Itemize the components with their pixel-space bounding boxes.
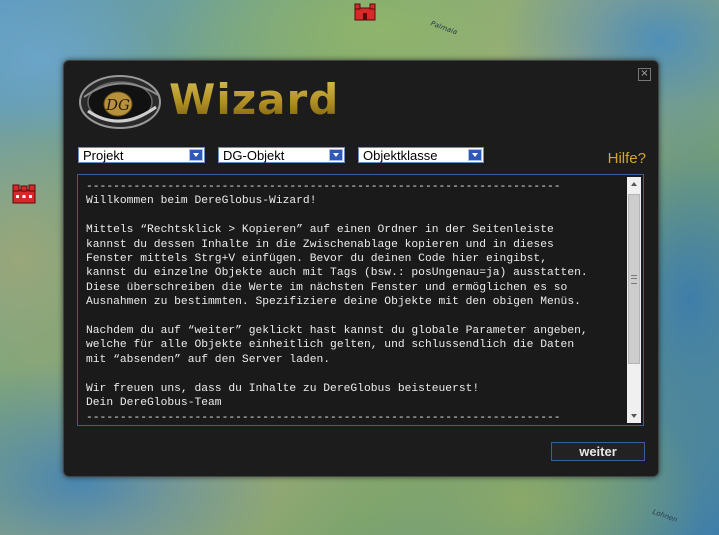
chevron-down-icon[interactable]	[468, 149, 482, 161]
wizard-title: Wizard	[169, 75, 340, 124]
objektklasse-dropdown[interactable]: Objektklasse	[358, 147, 484, 163]
dg-objekt-dropdown-label: DG-Objekt	[223, 148, 285, 163]
map-place-label: Palmaia	[429, 19, 459, 37]
logo-text: DG	[105, 96, 130, 114]
chevron-down-icon[interactable]	[189, 149, 203, 161]
scroll-up-icon[interactable]	[627, 177, 641, 191]
close-icon[interactable]: ×	[638, 68, 651, 81]
castle-icon[interactable]	[10, 183, 38, 205]
scroll-down-icon[interactable]	[627, 409, 641, 423]
projekt-dropdown[interactable]: Projekt	[78, 147, 205, 163]
map-place-label: Lohnen	[651, 507, 679, 525]
help-link[interactable]: Hilfe?	[608, 150, 646, 167]
weiter-button[interactable]: weiter	[551, 442, 645, 461]
projekt-dropdown-label: Projekt	[83, 148, 124, 163]
scrollbar-thumb[interactable]	[628, 194, 640, 364]
chevron-down-icon[interactable]	[329, 149, 343, 161]
vertical-scrollbar[interactable]	[627, 177, 641, 423]
welcome-message[interactable]: ----------------------------------------…	[86, 180, 621, 421]
dg-objekt-dropdown[interactable]: DG-Objekt	[218, 147, 345, 163]
dereglobus-logo: DG	[79, 75, 161, 129]
code-input-textarea[interactable]: ----------------------------------------…	[77, 174, 644, 426]
wizard-dialog: × DG Wizard Projekt DG-Objekt Objektklas…	[63, 60, 659, 477]
castle-icon[interactable]	[352, 2, 378, 22]
grip-icon	[631, 275, 637, 284]
objektklasse-dropdown-label: Objektklasse	[363, 148, 438, 163]
